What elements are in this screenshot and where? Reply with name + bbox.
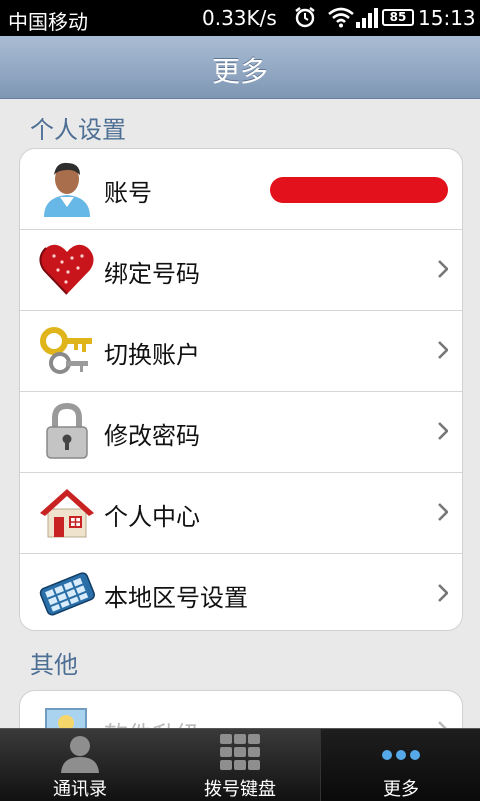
keypad-phone-icon — [39, 572, 96, 616]
list-item-change-password[interactable]: 修改密码 — [20, 392, 462, 473]
tab-contacts[interactable]: 通讯录 — [0, 729, 160, 801]
dialpad-grid-icon — [220, 734, 260, 770]
tab-dialpad[interactable]: 拨号键盘 — [160, 729, 320, 801]
clock-time: 15:13 — [418, 6, 476, 30]
more-dots-icon — [382, 750, 420, 760]
section-header-personal-settings: 个人设置 — [30, 116, 126, 144]
alarm-clock-icon — [295, 7, 315, 28]
redacted-account-value — [270, 177, 448, 203]
tab-dialpad-label: 拨号键盘 — [204, 779, 276, 800]
personal-center-label: 个人中心 — [104, 503, 200, 531]
battery-icon: 85 — [382, 9, 414, 26]
change-password-label: 修改密码 — [104, 422, 200, 450]
chevron-right-icon — [438, 503, 448, 521]
list-item-local-area-code[interactable]: 本地区号设置 — [20, 554, 462, 630]
network-speed: 0.33K/s — [202, 6, 277, 30]
personal-settings-card: 账号 绑定号码 切换账户 修改密码 个人中心 本地区号设置 — [19, 148, 463, 631]
contacts-person-icon — [61, 736, 99, 773]
tab-contacts-label: 通讯录 — [53, 779, 107, 800]
chevron-right-icon — [438, 422, 448, 440]
page-title: 更多 — [211, 55, 268, 88]
keys-icon — [40, 327, 92, 374]
status-bar: 中国移动 0.33K/s 85 15:13 — [0, 0, 480, 36]
section-header-other: 其他 — [30, 651, 78, 679]
signal-strength-icon — [356, 8, 378, 28]
battery-level: 85 — [389, 10, 407, 24]
chevron-right-icon — [438, 341, 448, 359]
list-item-account[interactable]: 账号 — [20, 149, 462, 230]
carrier-name: 中国移动 — [8, 10, 88, 34]
heart-icon — [39, 244, 94, 295]
padlock-icon — [46, 402, 88, 459]
bind-number-label: 绑定号码 — [104, 260, 200, 288]
chevron-right-icon — [438, 584, 448, 602]
tab-more[interactable]: 更多 — [320, 729, 480, 801]
switch-account-label: 切换账户 — [104, 341, 200, 369]
list-item-bind-number[interactable]: 绑定号码 — [20, 230, 462, 311]
local-area-code-label: 本地区号设置 — [104, 584, 248, 612]
tab-more-label: 更多 — [383, 779, 419, 800]
account-label: 账号 — [104, 179, 152, 207]
title-bar: 更多 — [0, 36, 480, 99]
house-icon — [40, 489, 94, 538]
list-item-personal-center[interactable]: 个人中心 — [20, 473, 462, 554]
bottom-navigation: 通讯录 拨号键盘 更多 — [0, 728, 480, 801]
list-item-switch-account[interactable]: 切换账户 — [20, 311, 462, 392]
chevron-right-icon — [438, 260, 448, 278]
wifi-icon — [328, 7, 354, 28]
user-avatar-icon — [44, 162, 90, 217]
